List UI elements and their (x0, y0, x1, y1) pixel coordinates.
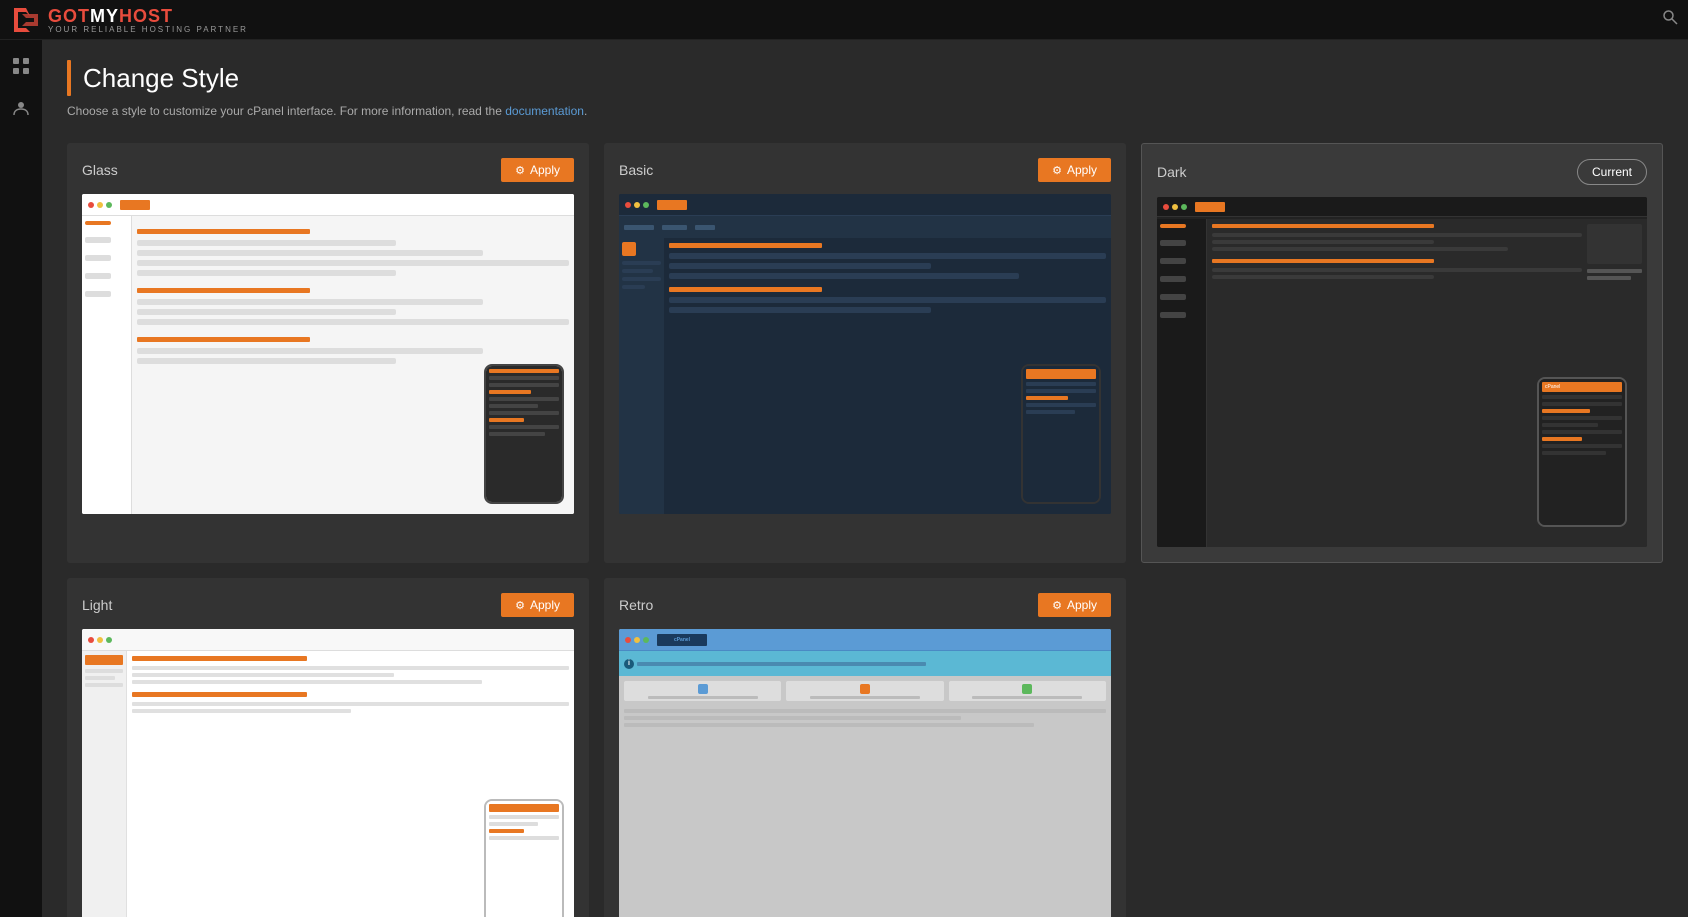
retro-preview: cPanel i (619, 629, 1111, 917)
gear-icon (1052, 163, 1062, 177)
light-preview-inner (82, 629, 574, 917)
light-phone-screen (486, 801, 562, 917)
topbar: GOTMYHOST YOUR RELIABLE HOSTING PARTNER (0, 0, 1688, 40)
basic-logo-bar (657, 200, 687, 210)
basic-phone-overlay (1021, 364, 1101, 504)
dark-sidebar (1157, 219, 1207, 547)
styles-grid-bottom: Light Apply (67, 578, 1663, 917)
style-card-dark: Dark Current (1141, 143, 1663, 563)
basic-nav (619, 216, 1111, 238)
logo-text: GOTMYHOST YOUR RELIABLE HOSTING PARTNER (48, 6, 248, 34)
retro-main (619, 676, 1111, 917)
card-header-retro: Retro Apply (619, 593, 1111, 617)
dark-logo-bar (1195, 202, 1225, 212)
main-content: Change Style Choose a style to customize… (0, 40, 1688, 917)
empty-cell (1141, 578, 1663, 917)
basic-sidebar (619, 238, 664, 514)
dot-red (88, 637, 94, 643)
basic-title: Basic (619, 162, 653, 178)
retro-topbar: cPanel (619, 629, 1111, 651)
logo-red2: HOST (119, 6, 173, 26)
dot-green (106, 202, 112, 208)
glass-apply-button[interactable]: Apply (501, 158, 574, 182)
retro-title: Retro (619, 597, 653, 613)
glass-phone-screen (486, 366, 562, 502)
basic-preview-inner (619, 194, 1111, 514)
dot-yellow (634, 637, 640, 643)
card-header-light: Light Apply (82, 593, 574, 617)
dark-topbar (1157, 197, 1647, 217)
logo-icon (10, 4, 42, 36)
page-title: Change Style (83, 63, 239, 94)
style-card-retro: Retro Apply cPanel (604, 578, 1126, 917)
retro-apply-button[interactable]: Apply (1038, 593, 1111, 617)
left-sidebar (0, 40, 42, 917)
glass-preview-inner (82, 194, 574, 514)
dot-red (1163, 204, 1169, 210)
gear-icon (515, 163, 525, 177)
dark-current-badge: Current (1577, 159, 1647, 185)
card-header-basic: Basic Apply (619, 158, 1111, 182)
dark-main-cols (1212, 224, 1642, 283)
dot-yellow (1172, 204, 1178, 210)
dot-red (88, 202, 94, 208)
light-preview (82, 629, 574, 917)
dark-title: Dark (1157, 164, 1187, 180)
light-title: Light (82, 597, 112, 613)
glass-preview (82, 194, 574, 514)
style-card-light: Light Apply (67, 578, 589, 917)
dot-green (106, 637, 112, 643)
heading-bar (67, 60, 71, 96)
gear-icon (1052, 598, 1062, 612)
glass-logo-bar (120, 200, 150, 210)
logo-subtitle: YOUR RELIABLE HOSTING PARTNER (48, 25, 248, 34)
dark-phone-overlay: cPanel (1537, 377, 1627, 527)
light-topbar (82, 629, 574, 651)
basic-phone-screen (1023, 366, 1099, 502)
card-header-glass: Glass Apply (82, 158, 574, 182)
card-header-dark: Dark Current (1157, 159, 1647, 185)
glass-title: Glass (82, 162, 118, 178)
style-card-basic: Basic Apply (604, 143, 1126, 563)
light-phone-overlay (484, 799, 564, 917)
dark-preview-inner: cPanel (1157, 197, 1647, 547)
retro-preview-inner: cPanel i (619, 629, 1111, 917)
page-subtitle: Choose a style to customize your cPanel … (67, 104, 1663, 118)
dot-green (1181, 204, 1187, 210)
glass-topbar (82, 194, 574, 216)
page-heading: Change Style (67, 60, 1663, 96)
dark-phone-screen: cPanel (1539, 379, 1625, 525)
dark-preview: cPanel (1157, 197, 1647, 547)
glass-sidebar (82, 216, 132, 514)
sidebar-users-icon[interactable] (10, 97, 32, 119)
basic-topbar (619, 194, 1111, 216)
gear-icon (515, 598, 525, 612)
basic-apply-button[interactable]: Apply (1038, 158, 1111, 182)
dot-red (625, 202, 631, 208)
light-sidebar (82, 651, 127, 917)
logo-red: GOT (48, 6, 90, 26)
dot-yellow (97, 202, 103, 208)
glass-phone-overlay (484, 364, 564, 504)
dot-green (643, 202, 649, 208)
light-apply-button[interactable]: Apply (501, 593, 574, 617)
basic-preview (619, 194, 1111, 514)
search-icon[interactable] (1662, 9, 1678, 30)
dot-yellow (97, 637, 103, 643)
dot-green (643, 637, 649, 643)
retro-info-bar: i (619, 651, 1111, 676)
sidebar-grid-icon[interactable] (10, 55, 32, 77)
content-area: Change Style Choose a style to customize… (42, 40, 1688, 917)
dot-yellow (634, 202, 640, 208)
logo-white: MY (90, 6, 119, 26)
style-card-glass: Glass Apply (67, 143, 589, 563)
styles-grid-top: Glass Apply (67, 143, 1663, 563)
documentation-link[interactable]: documentation (505, 104, 584, 118)
logo: GOTMYHOST YOUR RELIABLE HOSTING PARTNER (10, 4, 248, 36)
dot-red (625, 637, 631, 643)
